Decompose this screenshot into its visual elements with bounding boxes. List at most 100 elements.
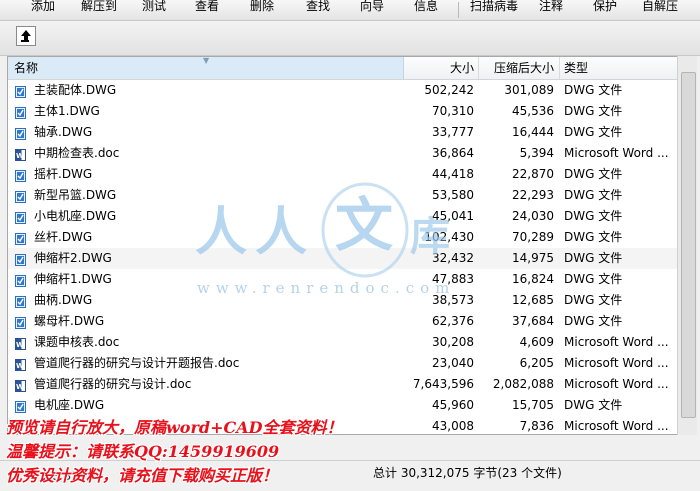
file-type: DWG 文件 — [564, 398, 623, 412]
file-packed-size: 22,293 — [512, 188, 554, 202]
file-row[interactable]: 轴承.DWG 33,777 16,444 DWG 文件 — [8, 122, 677, 143]
file-packed-size: 12,685 — [512, 293, 554, 307]
wizard-button[interactable]: 向导 — [351, 0, 393, 20]
file-type: Microsoft Word ... — [564, 146, 669, 160]
dwg-file-icon — [15, 105, 26, 119]
test-button[interactable]: 测试 — [133, 0, 175, 20]
file-size: 102,430 — [424, 230, 474, 244]
dwg-file-icon — [15, 315, 26, 329]
file-name: 中期检查表.doc — [34, 146, 120, 160]
file-name: 丝杆.DWG — [34, 230, 93, 244]
file-packed-size: 14,975 — [512, 251, 554, 265]
file-size: 36,864 — [432, 146, 474, 160]
file-row[interactable]: 新型吊篮.DWG 53,580 22,293 DWG 文件 — [8, 185, 677, 206]
toolbar-separator — [458, 2, 459, 18]
file-size: 47,883 — [432, 272, 474, 286]
file-packed-size: 5,394 — [519, 146, 554, 160]
file-type: DWG 文件 — [564, 293, 623, 307]
toolbar: 添加 解压到 测试 查看 删除 查找 向导 信息 扫描病毒 注释 保护 自解压 — [0, 0, 700, 21]
file-size: 32,432 — [432, 251, 474, 265]
file-row[interactable]: 丝杆.DWG 102,430 70,289 DWG 文件 — [8, 227, 677, 248]
file-packed-size: 6,205 — [519, 356, 554, 370]
file-row[interactable]: 摇杆.DWG 44,418 22,870 DWG 文件 — [8, 164, 677, 185]
file-size: 7,643,596 — [412, 377, 474, 391]
dwg-file-icon — [15, 189, 26, 203]
file-packed-size: 22,870 — [512, 167, 554, 181]
file-name: 摇杆.DWG — [34, 167, 93, 181]
file-name: 伸缩杆2.DWG — [34, 251, 112, 265]
svg-text:W: W — [16, 152, 24, 160]
promo-line-2: 温馨提示：请联系QQ:1459919609 — [6, 442, 280, 461]
file-type: Microsoft Word ... — [564, 356, 669, 370]
file-name: 主体1.DWG — [34, 104, 100, 118]
file-packed-size: 2,082,088 — [492, 377, 554, 391]
file-size: 62,376 — [432, 314, 474, 328]
dwg-file-icon — [15, 252, 26, 266]
column-size-header[interactable]: 大小 — [404, 57, 474, 79]
dwg-file-icon — [15, 84, 26, 98]
file-size: 23,040 — [432, 356, 474, 370]
view-button[interactable]: 查看 — [186, 0, 228, 20]
file-row[interactable]: 电机座.DWG 45,960 15,705 DWG 文件 — [8, 395, 677, 416]
file-name: 管道爬行器的研究与设计.doc — [34, 377, 192, 391]
add-button[interactable]: 添加 — [22, 0, 64, 20]
file-size: 44,418 — [432, 167, 474, 181]
dwg-file-icon — [15, 294, 26, 308]
sort-arrow-icon: ▼ — [203, 56, 210, 65]
column-type-header[interactable]: 类型 — [564, 57, 664, 79]
file-type: DWG 文件 — [564, 251, 623, 265]
word-document-icon: W — [15, 336, 26, 350]
file-name: 新型吊篮.DWG — [34, 188, 117, 202]
file-type: DWG 文件 — [564, 230, 623, 244]
file-type: DWG 文件 — [564, 188, 623, 202]
dwg-file-icon — [15, 210, 26, 224]
promo-line-1: 预览请自行放大，原稿word+CAD全套资料！ — [6, 418, 343, 437]
file-row[interactable]: W 中期检查表.doc 36,864 5,394 Microsoft Word ... — [8, 143, 677, 164]
info-button[interactable]: 信息 — [405, 0, 447, 20]
file-name: 螺母杆.DWG — [34, 314, 105, 328]
file-row[interactable]: 小电机座.DWG 45,041 24,030 DWG 文件 — [8, 206, 677, 227]
file-name: 主装配体.DWG — [34, 83, 117, 97]
file-packed-size: 70,289 — [512, 230, 554, 244]
file-name: 轴承.DWG — [34, 125, 93, 139]
file-packed-size: 7,836 — [519, 419, 554, 433]
file-size: 45,960 — [432, 398, 474, 412]
file-row[interactable]: W 课题申核表.doc 30,208 4,609 Microsoft Word ... — [8, 332, 677, 353]
scan-virus-button[interactable]: 扫描病毒 — [466, 0, 522, 20]
vertical-scrollbar[interactable] — [677, 56, 697, 435]
extract-to-button[interactable]: 解压到 — [74, 0, 124, 20]
list-header: 名称 ▼ 大小 压缩后大小 类型 — [8, 57, 677, 80]
delete-button[interactable]: 删除 — [241, 0, 283, 20]
file-row[interactable]: 螺母杆.DWG 62,376 37,684 DWG 文件 — [8, 311, 677, 332]
file-row[interactable]: W 管道爬行器的研究与设计.doc 7,643,596 2,082,088 Micros… — [8, 374, 677, 395]
file-row[interactable]: 主体1.DWG 70,310 45,536 DWG 文件 — [8, 101, 677, 122]
file-name: 管道爬行器的研究与设计开题报告.doc — [34, 356, 240, 370]
find-button[interactable]: 查找 — [297, 0, 339, 20]
file-type: DWG 文件 — [564, 104, 623, 118]
file-row[interactable]: 伸缩杆2.DWG 32,432 14,975 DWG 文件 — [8, 248, 677, 269]
scrollbar-thumb[interactable] — [681, 72, 696, 418]
file-type: Microsoft Word ... — [564, 335, 669, 349]
file-size: 70,310 — [432, 104, 474, 118]
file-name: 曲柄.DWG — [34, 293, 93, 307]
column-packed-header[interactable]: 压缩后大小 — [478, 57, 554, 79]
file-type: DWG 文件 — [564, 167, 623, 181]
file-packed-size: 45,536 — [512, 104, 554, 118]
dwg-file-icon — [15, 168, 26, 182]
file-row[interactable]: 曲柄.DWG 38,573 12,685 DWG 文件 — [8, 290, 677, 311]
file-name: 伸缩杆1.DWG — [34, 272, 112, 286]
protect-button[interactable]: 保护 — [584, 0, 626, 20]
file-row[interactable]: 主装配体.DWG 502,242 301,089 DWG 文件 — [8, 80, 677, 101]
file-size: 45,041 — [432, 209, 474, 223]
file-row[interactable]: W 管道爬行器的研究与设计开题报告.doc 23,040 6,205 Microsoft… — [8, 353, 677, 374]
header-divider — [559, 57, 560, 79]
up-arrow-icon — [21, 30, 31, 42]
word-document-icon: W — [15, 378, 26, 392]
file-size: 43,008 — [432, 419, 474, 433]
file-row[interactable]: 伸缩杆1.DWG 47,883 16,824 DWG 文件 — [8, 269, 677, 290]
sfx-button[interactable]: 自解压 — [636, 0, 684, 20]
up-folder-button[interactable] — [16, 26, 36, 46]
comment-button[interactable]: 注释 — [530, 0, 572, 20]
file-type: Microsoft Word ... — [564, 419, 669, 433]
svg-text:W: W — [16, 341, 24, 349]
